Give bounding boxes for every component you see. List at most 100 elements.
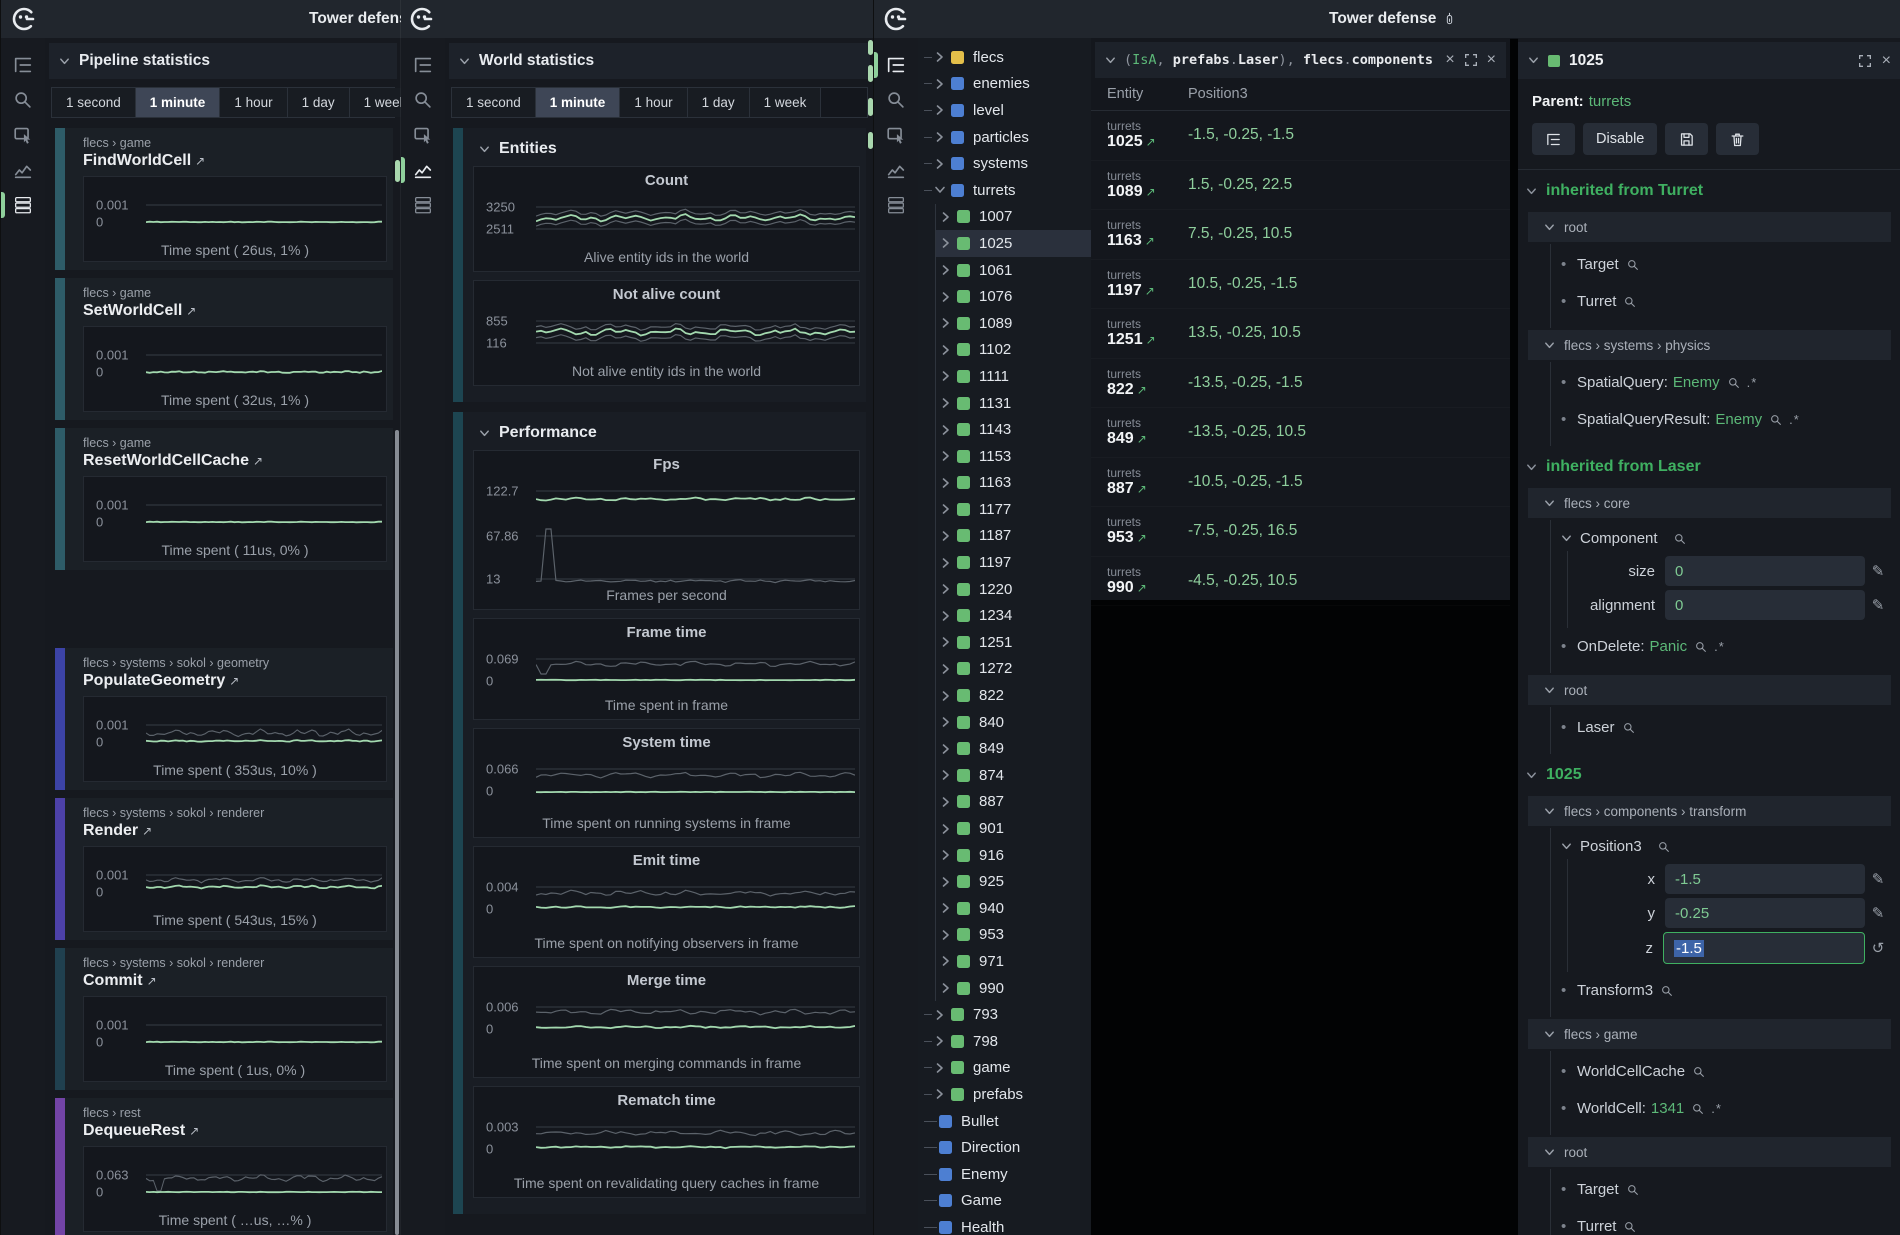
inspector-scope-bar[interactable]: flecs › game	[1528, 1019, 1891, 1049]
chevron-right-icon[interactable]	[940, 237, 952, 249]
chevron-right-icon[interactable]	[934, 51, 946, 63]
disable-button[interactable]: Disable	[1583, 123, 1657, 155]
search-icon[interactable]	[1692, 1065, 1706, 1079]
scrollbar-thumb[interactable]	[395, 430, 399, 1235]
system-title-link[interactable]: PopulateGeometry↗	[83, 672, 387, 690]
system-title-link[interactable]: FindWorldCell↗	[83, 152, 387, 170]
inspector-scope-bar[interactable]: flecs › core	[1528, 488, 1891, 518]
inspector-group-header[interactable]: 1025	[1518, 754, 1900, 794]
field-input-size[interactable]: 0	[1665, 556, 1865, 586]
chevron-right-icon[interactable]	[934, 104, 946, 116]
tab-1-second[interactable]: 1 second	[52, 88, 136, 117]
chevron-right-icon[interactable]	[940, 743, 952, 755]
tree-item-1061[interactable]: 1061	[936, 257, 1091, 284]
entity-link[interactable]: 1251↗	[1107, 331, 1188, 349]
tree-view-button[interactable]	[1532, 123, 1575, 155]
chevron-right-icon[interactable]	[934, 1088, 946, 1100]
tree-item-849[interactable]: 849	[936, 735, 1091, 762]
tab-1-second[interactable]: 1 second	[452, 88, 536, 117]
query-icon[interactable]	[412, 124, 434, 146]
tree-item-971[interactable]: 971	[936, 948, 1091, 975]
chevron-right-icon[interactable]	[940, 610, 952, 622]
chevron-right-icon[interactable]	[940, 370, 952, 382]
tab-1-day[interactable]: 1 day	[288, 88, 350, 117]
search-icon[interactable]	[885, 89, 907, 111]
field-input-x[interactable]: -1.5	[1665, 864, 1865, 894]
system-title-link[interactable]: DequeueRest↗	[83, 1122, 387, 1140]
tree-item-901[interactable]: 901	[936, 815, 1091, 842]
chevron-right-icon[interactable]	[940, 291, 952, 303]
query-icon[interactable]	[885, 124, 907, 146]
chevron-down-icon[interactable]	[934, 184, 946, 196]
search-icon[interactable]	[1691, 1102, 1705, 1116]
system-title-link[interactable]: Render↗	[83, 822, 387, 840]
query-result-row[interactable]: turrets953↗-7.5, -0.25, 16.5	[1091, 507, 1510, 557]
tree-item-flecs[interactable]: flecs	[918, 44, 1091, 71]
inspector-group-header[interactable]: inherited from Turret	[1518, 170, 1900, 210]
tree-item-1220[interactable]: 1220	[936, 576, 1091, 603]
save-button[interactable]	[1665, 123, 1708, 155]
query-result-row[interactable]: turrets1163↗7.5, -0.25, 10.5	[1091, 210, 1510, 260]
component-value-link[interactable]: Panic	[1650, 638, 1688, 655]
tree-item-prefabs[interactable]: prefabs	[918, 1081, 1091, 1108]
search-icon[interactable]	[1660, 984, 1674, 998]
chevron-right-icon[interactable]	[940, 477, 952, 489]
tab-1-hour[interactable]: 1 hour	[220, 88, 287, 117]
search-icon[interactable]	[1623, 1220, 1637, 1234]
chevron-right-icon[interactable]	[934, 158, 946, 170]
tree-item-1251[interactable]: 1251	[936, 629, 1091, 656]
chevron-right-icon[interactable]	[940, 982, 952, 994]
tree-item-793[interactable]: 793	[918, 1001, 1091, 1028]
close-icon[interactable]: ×	[1882, 53, 1891, 69]
chevron-down-icon[interactable]	[1528, 55, 1539, 66]
chevron-down-icon[interactable]	[1105, 55, 1116, 66]
chevron-right-icon[interactable]	[940, 955, 952, 967]
edit-pencil-icon[interactable]: ✎	[1865, 870, 1891, 888]
entity-link[interactable]: 849↗	[1107, 430, 1188, 448]
query-result-row[interactable]: turrets887↗-10.5, -0.25, -1.5	[1091, 458, 1510, 508]
entity-link[interactable]: 1025↗	[1107, 133, 1188, 151]
edit-pencil-icon[interactable]: ✎	[1865, 562, 1891, 580]
tab-1-day[interactable]: 1 day	[688, 88, 750, 117]
search-icon[interactable]	[1657, 840, 1671, 854]
chevron-right-icon[interactable]	[940, 849, 952, 861]
inspector-scope-bar[interactable]: root	[1528, 1137, 1891, 1167]
tree-item-1025[interactable]: 1025	[936, 230, 1091, 257]
tree-item-1131[interactable]: 1131	[936, 390, 1091, 417]
tree-item-925[interactable]: 925	[936, 868, 1091, 895]
tree-item-840[interactable]: 840	[936, 709, 1091, 736]
search-icon[interactable]	[1694, 640, 1708, 654]
component-expandable[interactable]: Position3	[1551, 830, 1900, 859]
chevron-right-icon[interactable]	[940, 557, 952, 569]
chevron-right-icon[interactable]	[940, 690, 952, 702]
search-icon[interactable]	[1769, 413, 1783, 427]
tree-item-1111[interactable]: 1111	[936, 363, 1091, 390]
system-title-link[interactable]: Commit↗	[83, 972, 387, 990]
tree-item-1102[interactable]: 1102	[936, 337, 1091, 364]
tree-item-1177[interactable]: 1177	[936, 496, 1091, 523]
query-result-row[interactable]: turrets1089↗1.5, -0.25, 22.5	[1091, 161, 1510, 211]
search-icon[interactable]	[1673, 532, 1687, 546]
inspector-scope-bar[interactable]: flecs › components › transform	[1528, 796, 1891, 826]
chevron-right-icon[interactable]	[940, 769, 952, 781]
entity-link[interactable]: 887↗	[1107, 480, 1188, 498]
edit-pencil-icon[interactable]: ✎	[1865, 596, 1891, 614]
chevron-right-icon[interactable]	[934, 131, 946, 143]
chevron-right-icon[interactable]	[934, 1062, 946, 1074]
search-icon[interactable]	[1626, 258, 1640, 272]
section-header[interactable]: Performance	[453, 414, 866, 450]
entity-link[interactable]: 1163↗	[1107, 232, 1188, 250]
inspector-scope-bar[interactable]: root	[1528, 212, 1891, 242]
tree-item-1187[interactable]: 1187	[936, 523, 1091, 550]
search-icon[interactable]	[12, 89, 34, 111]
edit-pencil-icon[interactable]: ✎	[1865, 904, 1891, 922]
component-value-link[interactable]: 1341	[1651, 1100, 1684, 1117]
search-icon[interactable]	[1623, 295, 1637, 309]
chevron-right-icon[interactable]	[934, 1035, 946, 1047]
tree-item-turrets[interactable]: turrets	[918, 177, 1091, 204]
tree-item-887[interactable]: 887	[936, 789, 1091, 816]
chevron-right-icon[interactable]	[940, 397, 952, 409]
query-icon[interactable]	[12, 124, 34, 146]
clear-query-icon[interactable]: ×	[1445, 52, 1454, 68]
tree-item-level[interactable]: level	[918, 97, 1091, 124]
